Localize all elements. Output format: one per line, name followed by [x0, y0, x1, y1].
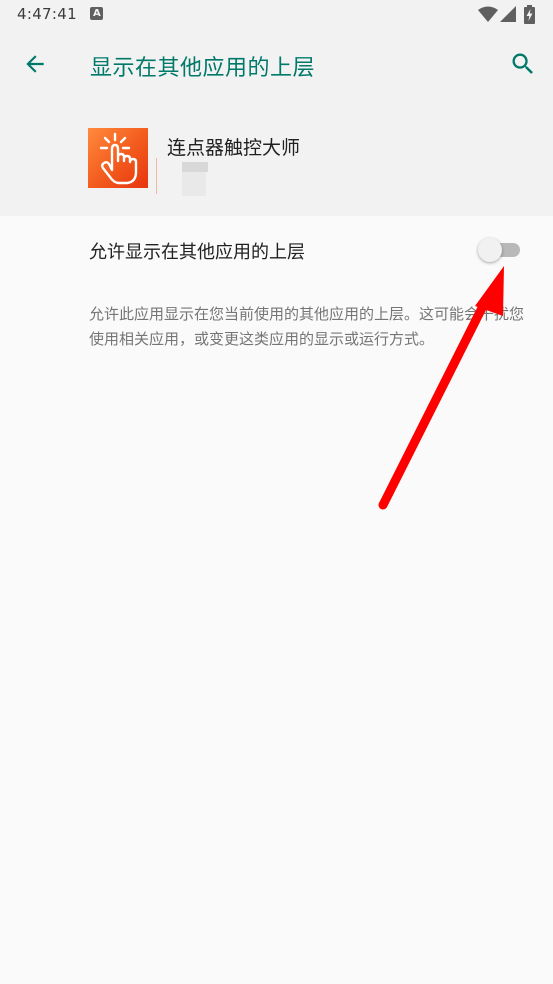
- permission-description: 允许此应用显示在您当前使用的其他应用的上层。这可能会干扰您使用相关应用，或变更这…: [89, 305, 525, 348]
- status-time: 4:47:41: [17, 5, 77, 23]
- signal-icon: [500, 6, 516, 22]
- app-version-placeholder: [182, 162, 208, 196]
- arrow-left-icon[interactable]: [22, 51, 48, 77]
- search-icon[interactable]: [509, 50, 537, 78]
- permission-label: 允许显示在其他应用的上层: [89, 242, 305, 263]
- page-title: 显示在其他应用的上层: [90, 56, 316, 81]
- status-bar: 4:47:41: [0, 0, 553, 30]
- tap-hand-icon: [99, 132, 138, 185]
- app-icon: [88, 128, 148, 188]
- permission-toggle-row[interactable]: 允许显示在其他应用的上层: [0, 216, 553, 284]
- app-divider: [156, 158, 157, 194]
- wifi-icon: [478, 6, 498, 22]
- accessibility-a-icon: [90, 7, 103, 20]
- toggle-thumb: [478, 238, 502, 262]
- app-header: 连点器触控大师: [0, 100, 553, 216]
- overlay-permission-toggle[interactable]: [478, 236, 522, 264]
- app-name: 连点器触控大师: [167, 137, 301, 159]
- battery-charging-icon: [524, 5, 535, 24]
- app-bar: 显示在其他应用的上层: [0, 30, 553, 100]
